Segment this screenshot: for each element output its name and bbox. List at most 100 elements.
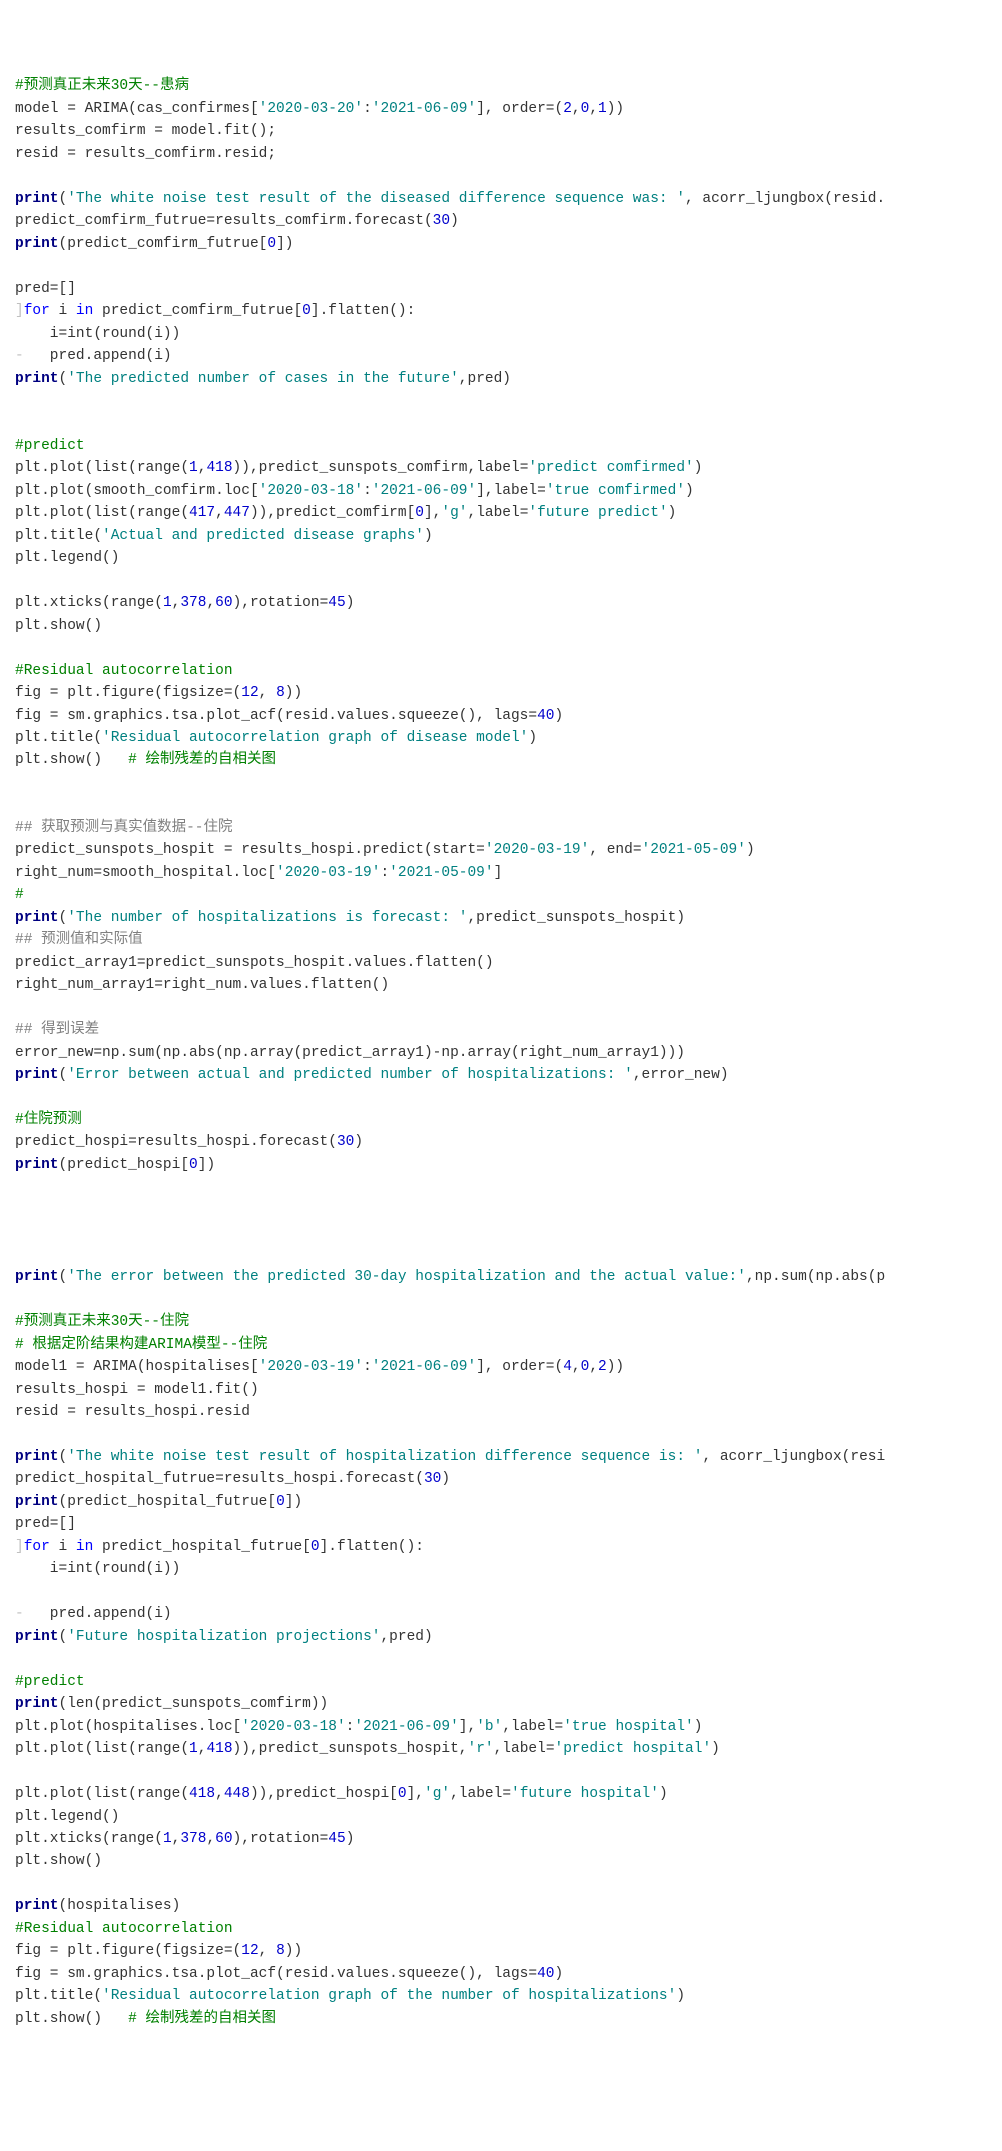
- code-line: [15, 570, 1002, 592]
- token: 8: [276, 685, 285, 701]
- token: error_new=np.sum(np.abs(np.array(predict…: [15, 1045, 685, 1061]
- code-line: results_comfirm = model.fit();: [15, 120, 1002, 142]
- code-line: #: [15, 884, 1002, 906]
- code-line: plt.plot(list(range(1,418)),predict_suns…: [15, 1738, 1002, 1760]
- code-line: model = ARIMA(cas_confirmes['2020-03-20'…: [15, 98, 1002, 120]
- token: plt.show(): [15, 752, 128, 768]
- token: resid = results_hospi.resid: [15, 1404, 250, 1420]
- token: '2021-06-09': [354, 1719, 458, 1735]
- token: pred.append(i): [24, 348, 172, 364]
- token: 0: [276, 1494, 285, 1510]
- token: 'predict hospital': [555, 1741, 712, 1757]
- code-line: fig = plt.figure(figsize=(12, 8)): [15, 1940, 1002, 1962]
- token: #Residual autocorrelation: [15, 1921, 233, 1937]
- code-line: [15, 255, 1002, 277]
- token: #predict: [15, 1674, 85, 1690]
- token: plt.show(): [15, 2011, 128, 2027]
- token: 30: [337, 1134, 354, 1150]
- token: 447: [224, 505, 250, 521]
- code-line: #predict: [15, 1671, 1002, 1693]
- token: #预测真正未来30天--患病: [15, 78, 189, 94]
- token: :: [363, 101, 372, 117]
- token: model1 = ARIMA(hospitalises[: [15, 1359, 259, 1375]
- token: 'Residual autocorrelation graph of disea…: [102, 730, 528, 746]
- token: (: [59, 1449, 68, 1465]
- token: ],label=: [476, 483, 546, 499]
- token: 'true comfirmed': [546, 483, 685, 499]
- token: 4: [563, 1359, 572, 1375]
- token: (: [59, 1269, 68, 1285]
- token: 40: [537, 1966, 554, 1982]
- token: -: [15, 348, 24, 364]
- token: ): [694, 1719, 703, 1735]
- token: 60: [215, 1831, 232, 1847]
- token: '2020-03-19': [259, 1359, 363, 1375]
- token: '2021-06-09': [372, 483, 476, 499]
- token: pred=[]: [15, 281, 76, 297]
- token: '2020-03-18': [259, 483, 363, 499]
- token: 0: [581, 101, 590, 117]
- code-line: #预测真正未来30天--患病: [15, 75, 1002, 97]
- token: results_comfirm = model.fit();: [15, 123, 276, 139]
- token: predict_hospital_futrue[: [93, 1539, 311, 1555]
- token: plt.plot(smooth_comfirm.loc[: [15, 483, 259, 499]
- token: )),predict_sunspots_comfirm,label=: [233, 460, 529, 476]
- token: 0: [415, 505, 424, 521]
- token: ): [450, 213, 459, 229]
- token: plt.show(): [15, 618, 102, 634]
- code-line: [15, 1289, 1002, 1311]
- token: ,label=: [450, 1786, 511, 1802]
- token: 'The error between the predicted 30-day …: [67, 1269, 746, 1285]
- token: (hospitalises): [59, 1898, 181, 1914]
- code-line: ]for i in predict_hospital_futrue[0].fla…: [15, 1536, 1002, 1558]
- token: , acorr_ljungbox(resi: [702, 1449, 885, 1465]
- token: ,: [172, 1831, 181, 1847]
- token: i=int(round(i)): [15, 1561, 180, 1577]
- code-line: #预测真正未来30天--住院: [15, 1311, 1002, 1333]
- token: 417: [189, 505, 215, 521]
- token: )),predict_hospi[: [250, 1786, 398, 1802]
- token: results_hospi = model1.fit(): [15, 1382, 259, 1398]
- token: #Residual autocorrelation: [15, 663, 233, 679]
- token: ): [354, 1134, 363, 1150]
- code-line: [15, 1581, 1002, 1603]
- code-line: predict_hospi=results_hospi.forecast(30): [15, 1131, 1002, 1153]
- token: model = ARIMA(cas_confirmes[: [15, 101, 259, 117]
- token: :: [380, 865, 389, 881]
- token: (: [59, 910, 68, 926]
- token: predict_sunspots_hospit = results_hospi.…: [15, 842, 485, 858]
- code-line: i=int(round(i)): [15, 1558, 1002, 1580]
- token: i=int(round(i)): [15, 326, 180, 342]
- token: 'future hospital': [511, 1786, 659, 1802]
- code-line: print('Error between actual and predicte…: [15, 1064, 1002, 1086]
- token: ,label=: [502, 1719, 563, 1735]
- token: ]: [494, 865, 503, 881]
- token: plt.plot(list(range(: [15, 460, 189, 476]
- token: # 绘制残差的自相关图: [128, 752, 276, 768]
- token: (: [59, 191, 68, 207]
- code-line: model1 = ARIMA(hospitalises['2020-03-19'…: [15, 1356, 1002, 1378]
- code-line: [15, 1873, 1002, 1895]
- token: right_num_array1=right_num.values.flatte…: [15, 977, 389, 993]
- token: (: [59, 1629, 68, 1645]
- code-line: fig = sm.graphics.tsa.plot_acf(resid.val…: [15, 705, 1002, 727]
- token: 418: [206, 460, 232, 476]
- token: 'r': [468, 1741, 494, 1757]
- token: ## 获取预测与真实值数据--住院: [15, 820, 233, 836]
- token: 'Actual and predicted disease graphs': [102, 528, 424, 544]
- token: # 绘制残差的自相关图: [128, 2011, 276, 2027]
- token: print: [15, 1629, 59, 1645]
- token: predict_hospi=results_hospi.forecast(: [15, 1134, 337, 1150]
- token: ],: [424, 505, 441, 521]
- token: fig = plt.figure(figsize=(: [15, 1943, 241, 1959]
- token: plt.plot(hospitalises.loc[: [15, 1719, 241, 1735]
- code-line: [15, 1221, 1002, 1243]
- token: )): [607, 101, 624, 117]
- code-line: pred=[]: [15, 1513, 1002, 1535]
- code-line: [15, 165, 1002, 187]
- token: predict_array1=predict_sunspots_hospit.v…: [15, 955, 494, 971]
- token: ,: [215, 505, 224, 521]
- token: ## 得到误差: [15, 1022, 99, 1038]
- code-line: print(predict_hospi[0]): [15, 1154, 1002, 1176]
- token: 2: [563, 101, 572, 117]
